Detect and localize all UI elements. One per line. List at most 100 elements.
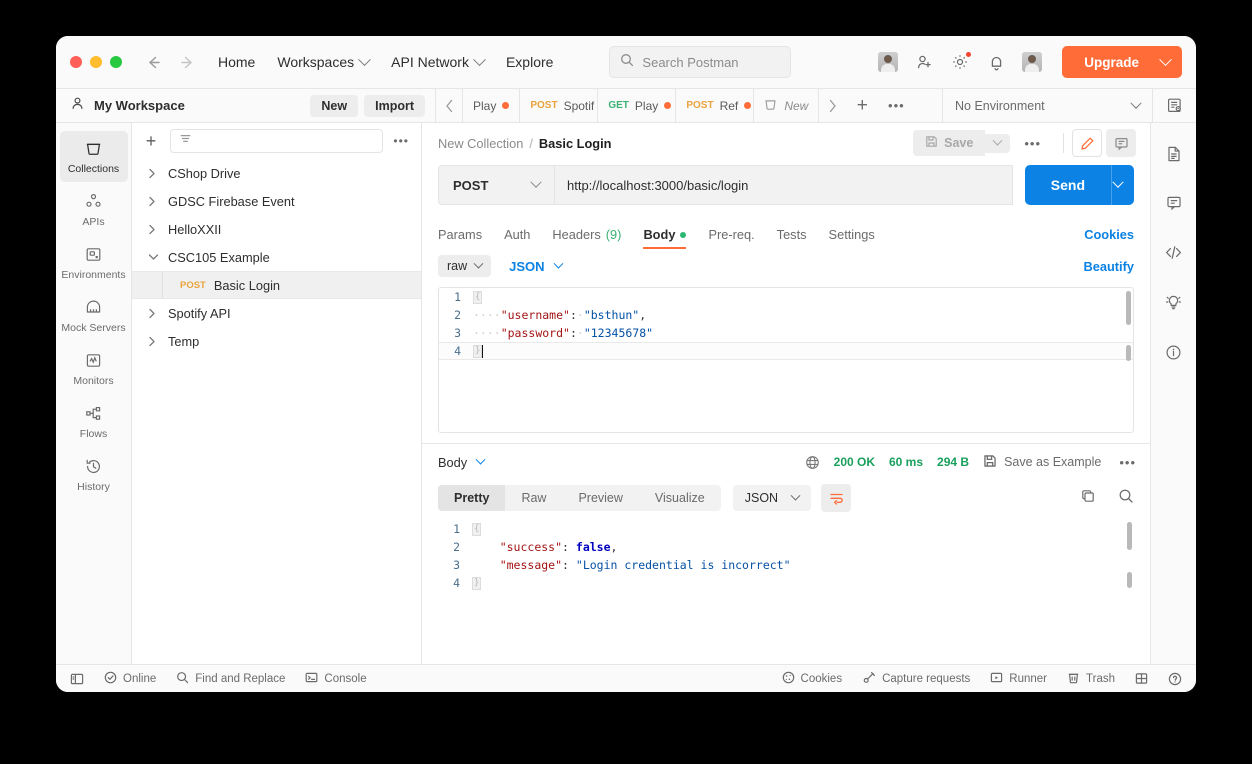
upgrade-button[interactable]: Upgrade: [1062, 46, 1161, 78]
request-row-basic-login[interactable]: POST Basic Login: [132, 271, 421, 299]
collection-row[interactable]: CShop Drive: [132, 159, 421, 187]
upgrade-dropdown-button[interactable]: [1159, 46, 1182, 78]
capture-requests-button[interactable]: Capture requests: [862, 671, 970, 687]
chevron-down-icon[interactable]: [148, 253, 159, 261]
tab-headers[interactable]: Headers (9): [552, 227, 621, 249]
cookies-button[interactable]: Cookies: [782, 671, 842, 687]
tab-pre-request[interactable]: Pre-req.: [708, 227, 754, 249]
comment-icon[interactable]: [1165, 194, 1183, 217]
request-body-editor[interactable]: 1{2 ····"username":·"bsthun", 3 ····"passwo…: [438, 287, 1134, 433]
sidebar-item-monitors[interactable]: Monitors: [60, 343, 128, 394]
new-button[interactable]: New: [310, 94, 359, 117]
console-button[interactable]: Console: [305, 671, 367, 687]
online-status[interactable]: Online: [104, 671, 156, 687]
body-format-selector[interactable]: JSON: [509, 258, 564, 274]
url-input[interactable]: [567, 177, 1000, 193]
copy-icon[interactable]: [1080, 488, 1096, 509]
lightbulb-icon[interactable]: [1164, 293, 1183, 317]
response-more-button[interactable]: •••: [1115, 455, 1136, 470]
upgrade-button-group[interactable]: Upgrade: [1062, 46, 1182, 78]
menu-item-api-network[interactable]: API Network: [391, 52, 486, 70]
request-more-button[interactable]: •••: [1010, 136, 1055, 151]
chevron-right-icon[interactable]: [148, 224, 158, 235]
global-search[interactable]: [609, 46, 792, 78]
editor-scrollbar[interactable]: [1126, 291, 1131, 325]
sidebar-item-flows[interactable]: Flows: [60, 396, 128, 447]
environment-quick-look-button[interactable]: [1152, 89, 1196, 122]
search-icon[interactable]: [1118, 488, 1134, 509]
bell-icon[interactable]: [986, 52, 1006, 72]
search-input[interactable]: [642, 54, 781, 70]
send-dropdown-button[interactable]: [1111, 165, 1134, 205]
url-input-wrapper[interactable]: [554, 165, 1013, 205]
new-tab-button[interactable]: +: [845, 95, 879, 117]
arrow-left-icon[interactable]: [144, 53, 162, 71]
response-scrollbar-2[interactable]: [1127, 572, 1132, 588]
sidebar-item-collections[interactable]: Collections: [59, 131, 128, 182]
response-tab-raw[interactable]: Raw: [505, 485, 562, 511]
comment-icon[interactable]: [1106, 129, 1136, 157]
invite-user-icon[interactable]: [914, 52, 934, 72]
response-body-viewer[interactable]: 1{2 "success": false, 3 "message": "Login…: [438, 520, 1134, 664]
method-selector[interactable]: POST: [438, 165, 554, 205]
beautify-button[interactable]: Beautify: [1084, 259, 1135, 274]
chevron-right-icon[interactable]: [148, 336, 158, 347]
close-window-button[interactable]: [70, 56, 82, 68]
response-tab-pretty[interactable]: Pretty: [438, 485, 506, 511]
chevron-right-icon[interactable]: [148, 168, 158, 179]
tab-auth[interactable]: Auth: [504, 227, 530, 249]
chevron-right-icon[interactable]: [148, 308, 158, 319]
chevron-right-icon[interactable]: [148, 196, 158, 207]
send-button-group[interactable]: Send: [1024, 165, 1134, 205]
help-icon[interactable]: [1168, 672, 1182, 686]
avatar[interactable]: [878, 52, 899, 72]
body-type-selector[interactable]: raw: [438, 255, 492, 277]
tab-params[interactable]: Params: [438, 227, 482, 249]
tab-play[interactable]: Play: [462, 89, 521, 122]
tab-new[interactable]: New: [754, 89, 820, 122]
maximize-window-button[interactable]: [110, 56, 122, 68]
documentation-icon[interactable]: [1165, 145, 1183, 168]
edit-pencil-icon[interactable]: [1072, 129, 1102, 157]
tabs-scroll-right-button[interactable]: [819, 99, 845, 113]
trash-button[interactable]: Trash: [1067, 671, 1115, 687]
tab-settings[interactable]: Settings: [829, 227, 875, 249]
sidebar-toggle-icon[interactable]: [70, 672, 84, 686]
chevron-down-icon[interactable]: [475, 454, 486, 465]
collection-row[interactable]: HelloXXII: [132, 215, 421, 243]
response-tab-preview[interactable]: Preview: [562, 485, 638, 511]
collection-row-csc105[interactable]: CSC105 Example: [132, 243, 421, 271]
collection-row[interactable]: GDSC Firebase Event: [132, 187, 421, 215]
response-scrollbar[interactable]: [1127, 522, 1132, 550]
cookies-link[interactable]: Cookies: [1084, 227, 1134, 249]
collection-row[interactable]: Spotify API: [132, 299, 421, 327]
layout-icon[interactable]: [1135, 672, 1148, 685]
sidebar-item-history[interactable]: History: [60, 449, 128, 500]
collection-row[interactable]: Temp: [132, 327, 421, 355]
save-dropdown-button[interactable]: [985, 133, 1011, 153]
wrap-lines-button[interactable]: [821, 484, 852, 512]
filter-text-input[interactable]: [192, 134, 375, 148]
sidebar-item-apis[interactable]: APIs: [60, 184, 128, 235]
import-button[interactable]: Import: [364, 94, 425, 117]
tabs-scroll-left-button[interactable]: [436, 99, 462, 113]
save-as-example-button[interactable]: Save as Example: [983, 454, 1101, 471]
tab-spotify[interactable]: POST Spotif: [520, 89, 599, 122]
sidebar-filter-input[interactable]: [170, 129, 384, 153]
code-icon[interactable]: [1164, 243, 1183, 267]
sidebar-item-mock-servers[interactable]: Mock Servers: [60, 290, 128, 341]
gear-icon[interactable]: [950, 51, 973, 72]
save-button[interactable]: Save: [913, 130, 986, 156]
menu-item-home[interactable]: Home: [218, 54, 255, 70]
send-button[interactable]: Send: [1024, 165, 1111, 205]
info-circle-icon[interactable]: [1164, 343, 1183, 367]
minimize-window-button[interactable]: [90, 56, 102, 68]
request-code[interactable]: 1{2 ····"username":·"bsthun", 3 ····"passwo…: [439, 288, 1133, 360]
editor-scrollbar-2[interactable]: [1126, 345, 1131, 361]
new-collection-button[interactable]: +: [142, 131, 160, 152]
response-format-selector[interactable]: JSON: [732, 485, 812, 511]
tabs-more-button[interactable]: •••: [879, 98, 913, 113]
sidebar-item-environments[interactable]: Environments: [60, 237, 128, 288]
user-avatar[interactable]: [1022, 52, 1043, 72]
sidebar-more-button[interactable]: •••: [393, 134, 409, 148]
